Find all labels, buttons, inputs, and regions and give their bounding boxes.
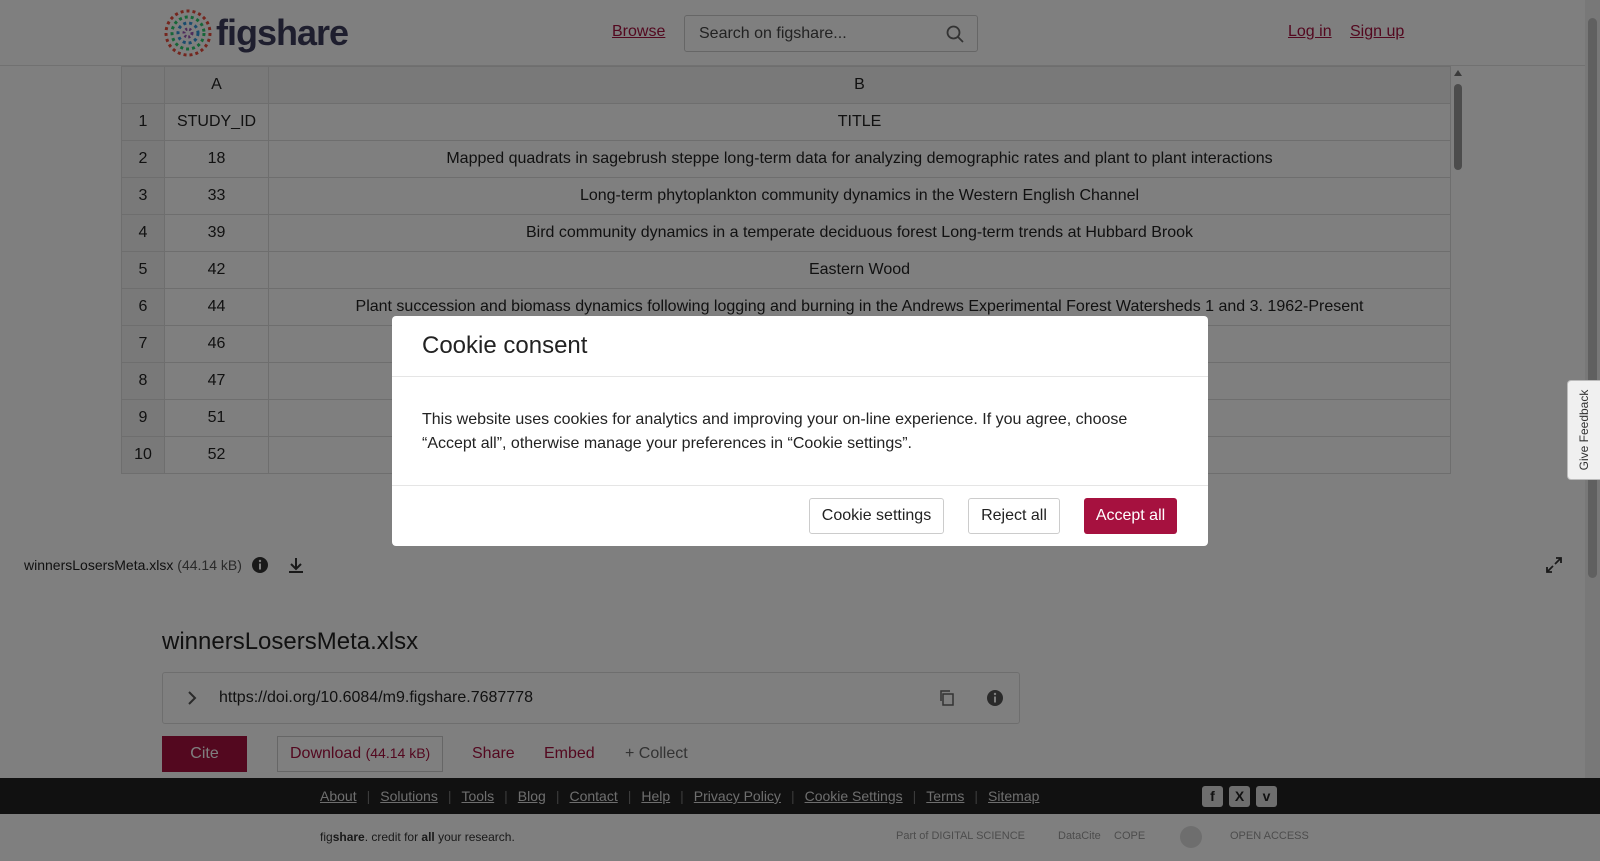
cookie-settings-button[interactable]: Cookie settings [809,498,944,534]
cookie-consent-dialog: Cookie consent This website uses cookies… [392,316,1208,546]
cookie-dialog-title: Cookie consent [422,332,588,359]
feedback-label: Give Feedback [1577,389,1591,471]
give-feedback-tab[interactable]: Give Feedback [1567,380,1600,480]
divider [392,376,1208,377]
cookie-dialog-text: This website uses cookies for analytics … [422,411,1128,452]
accept-all-button[interactable]: Accept all [1084,498,1177,534]
reject-all-button[interactable]: Reject all [968,498,1060,534]
divider [392,485,1208,486]
